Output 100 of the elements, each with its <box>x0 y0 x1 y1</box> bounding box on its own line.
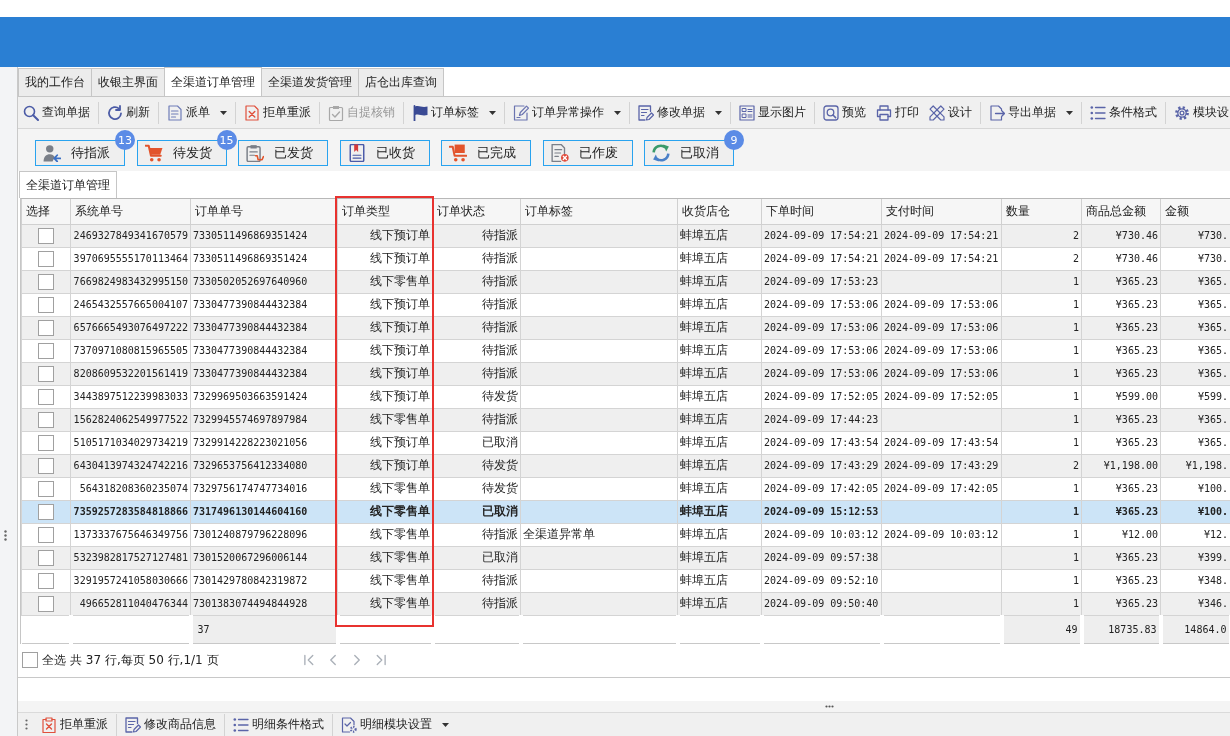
toolbar-button[interactable]: 设计 <box>924 100 977 125</box>
table-row[interactable]: 7669824983432995150 7330502052697640960 线下零售单 待指派 蚌埠五店 2024-09-09 17:53:23 1 ¥365.23 ¥365. <box>21 270 1230 293</box>
column-header[interactable]: 订单状态 <box>432 199 521 224</box>
toolbar-button[interactable]: 预览 <box>818 100 871 125</box>
tab[interactable]: 店仓出库查询 <box>358 68 444 96</box>
table-row[interactable]: 7359257283584818866 7317496130144604160 线下零售单 已取消 蚌埠五店 2024-09-09 15:12:53 1 ¥365.23 ¥100. <box>21 500 1230 523</box>
select-all-label[interactable]: 全选 <box>42 651 66 669</box>
table-row[interactable]: 2469327849341670579 7330511496869351424 线下预订单 待指派 蚌埠五店 2024-09-09 17:54:21 2024-09-09 17:54:21 2 ¥730.46 ¥730. <box>21 224 1230 247</box>
table-cell: 2024-09-09 15:12:53 <box>761 500 882 523</box>
table-row[interactable]: 5323982817527127481 7301520067296006144 线下零售单 已取消 蚌埠五店 2024-09-09 09:57:38 1 ¥365.23 ¥399. <box>21 546 1230 569</box>
row-checkbox[interactable] <box>38 411 54 428</box>
table-cell: 2 <box>1001 224 1082 247</box>
row-checkbox[interactable] <box>38 388 54 405</box>
toolbar-button[interactable]: 刷新 <box>102 100 155 125</box>
row-checkbox[interactable] <box>38 342 54 359</box>
toolbar-button[interactable]: 查询单据 <box>18 100 95 125</box>
row-checkbox[interactable] <box>38 434 54 451</box>
table-cell: 2024-09-09 09:50:40 <box>761 592 882 615</box>
row-checkbox[interactable] <box>38 227 54 244</box>
row-checkbox[interactable] <box>38 365 54 382</box>
row-checkbox[interactable] <box>38 549 54 566</box>
toolbar-button[interactable]: 订单异常操作 <box>508 100 626 125</box>
table-cell: 7359257283584818866 <box>70 500 191 523</box>
status-filter-button[interactable]: 已收货 <box>339 140 430 166</box>
table-cell: 7329914228223021056 <box>190 431 338 454</box>
row-checkbox[interactable] <box>38 572 54 589</box>
grip-icon <box>4 530 7 541</box>
toolbar-button[interactable]: 显示图片 <box>734 100 811 125</box>
table-cell: 2024-09-09 17:53:06 <box>881 293 1002 316</box>
column-header[interactable]: 金额 <box>1160 199 1230 224</box>
column-header[interactable]: 订单类型 <box>337 199 433 224</box>
document-x-icon <box>244 104 260 121</box>
tab[interactable]: 我的工作台 <box>18 68 92 96</box>
list-icon <box>233 716 249 733</box>
book-icon <box>347 144 366 162</box>
row-checkbox[interactable] <box>38 319 54 336</box>
column-header[interactable]: 系统单号 <box>70 199 191 224</box>
row-checkbox[interactable] <box>38 595 54 612</box>
table-row[interactable]: 1562824062549977522 7329945574697897984 线下零售单 待指派 蚌埠五店 2024-09-09 17:44:23 1 ¥365.23 ¥365. <box>21 408 1230 431</box>
table-row[interactable]: 5105171034029734219 7329914228223021056 线下预订单 已取消 蚌埠五店 2024-09-09 17:43:54 2024-09-09 17:43:54 1 ¥365.23 ¥365. <box>21 431 1230 454</box>
toolbar-button[interactable]: 拒单重派 <box>239 100 316 125</box>
column-header[interactable]: 收货店仓 <box>677 199 762 224</box>
toolbar-button[interactable]: 派单 <box>162 100 232 125</box>
toolbar-button[interactable]: 打印 <box>871 100 924 125</box>
table-cell: 待指派 <box>432 592 521 615</box>
table-row[interactable]: 8208609532201561419 7330477390844432384 线下预订单 待指派 蚌埠五店 2024-09-09 17:53:06 2024-09-09 17:53:06 1 ¥365.23 ¥365. <box>21 362 1230 385</box>
table-row[interactable]: 7370971080815965505 7330477390844432384 线下预订单 待指派 蚌埠五店 2024-09-09 17:53:06 2024-09-09 17:53:06 1 ¥365.23 ¥365. <box>21 339 1230 362</box>
table-row[interactable]: 564318208360235074 7329756174747734016 线下零售单 待发货 蚌埠五店 2024-09-09 17:42:05 2024-09-09 17:42:05 1 ¥365.23 ¥100. <box>21 477 1230 500</box>
row-checkbox[interactable] <box>38 296 54 313</box>
table-row[interactable]: 3443897512239983033 7329969503663591424 线下预订单 待发货 蚌埠五店 2024-09-09 17:52:05 2024-09-09 17:52:05 1 ¥599.00 ¥599. <box>21 385 1230 408</box>
table-cell: 1 <box>1001 546 1082 569</box>
table-cell: 蚌埠五店 <box>677 408 762 431</box>
column-header[interactable]: 订单单号 <box>190 199 338 224</box>
table-row[interactable]: 6430413974324742216 7329653756412334080 线下预订单 待发货 蚌埠五店 2024-09-09 17:43:29 2024-09-09 17:43:29 2 ¥1,198.00 ¥1,198. <box>21 454 1230 477</box>
table-row[interactable]: 3291957241058030666 7301429780842319872 线下零售单 待指派 蚌埠五店 2024-09-09 09:52:10 1 ¥365.23 ¥348. <box>21 569 1230 592</box>
column-header[interactable]: 选择 <box>21 199 71 224</box>
column-header[interactable]: 下单时间 <box>761 199 882 224</box>
tab[interactable]: 全渠道发货管理 <box>261 68 359 96</box>
row-checkbox[interactable] <box>38 526 54 543</box>
table-row[interactable]: 2465432557665004107 7330477390844432384 线下预订单 待指派 蚌埠五店 2024-09-09 17:53:06 2024-09-09 17:53:06 1 ¥365.23 ¥365. <box>21 293 1230 316</box>
table-cell: 2024-09-09 17:42:05 <box>881 477 1002 500</box>
row-checkbox[interactable] <box>38 273 54 290</box>
row-checkbox[interactable] <box>38 480 54 497</box>
row-checkbox[interactable] <box>38 503 54 520</box>
toolbar-button[interactable]: 导出单据 <box>984 100 1078 125</box>
toolbar-button[interactable]: 订单标签 <box>407 100 501 125</box>
column-header[interactable]: 订单标签 <box>520 199 678 224</box>
toolbar-button[interactable]: 明细模块设置 <box>336 712 454 736</box>
status-filter-button[interactable]: 已发货 <box>238 140 328 166</box>
table-row[interactable]: 496652811040476344 7301383074494844928 线下零售单 待指派 蚌埠五店 2024-09-09 09:50:40 1 ¥365.23 ¥346. <box>21 592 1230 615</box>
cart-box-icon <box>449 144 467 162</box>
table-cell: 待发货 <box>432 477 521 500</box>
column-header[interactable]: 支付时间 <box>881 199 1002 224</box>
toolbar-button[interactable]: 修改单据 <box>633 100 727 125</box>
toolbar-button[interactable]: 条件格式 <box>1085 100 1162 125</box>
table-cell: 2024-09-09 17:53:06 <box>761 362 882 385</box>
column-header[interactable]: 商品总金额 <box>1081 199 1161 224</box>
table-cell: 蚌埠五店 <box>677 270 762 293</box>
row-checkbox[interactable] <box>38 250 54 267</box>
table-row[interactable]: 1373337675646349756 7301240879796228096 线下零售单 待指派 全渠道异常单 蚌埠五店 2024-09-09 10:03:12 2024-09-09 10:03:12 1 ¥12.00 ¥12. <box>21 523 1230 546</box>
row-checkbox[interactable] <box>38 457 54 474</box>
table-cell: 7330477390844432384 <box>190 339 338 362</box>
column-header[interactable]: 数量 <box>1001 199 1082 224</box>
table-cell: 2 <box>1001 454 1082 477</box>
table-cell: 蚌埠五店 <box>677 454 762 477</box>
toolbar-button[interactable]: 修改商品信息 <box>120 712 221 736</box>
caret-icon <box>715 110 722 115</box>
toolbar-button[interactable]: 模块设 <box>1169 100 1230 125</box>
side-splitter[interactable] <box>0 67 18 736</box>
table-cell: ¥1,198.00 <box>1081 454 1161 477</box>
tab[interactable]: 收银主界面 <box>91 68 165 96</box>
panel-tab[interactable]: 全渠道订单管理 <box>19 171 117 198</box>
select-all-checkbox[interactable] <box>22 652 38 668</box>
status-filter-button[interactable]: 已完成 <box>441 140 531 166</box>
toolbar-button[interactable]: 拒单重派 <box>36 712 113 736</box>
table-row[interactable]: 3970695555170113464 7330511496869351424 线下预订单 待指派 蚌埠五店 2024-09-09 17:54:21 2024-09-09 17:54:21 2 ¥730.46 ¥730. <box>21 247 1230 270</box>
status-filter-button[interactable]: 已作废 <box>542 140 633 166</box>
table-row[interactable]: 6576665493076497222 7330477390844432384 线下预订单 待指派 蚌埠五店 2024-09-09 17:53:06 2024-09-09 17:53:06 1 ¥365.23 ¥365. <box>21 316 1230 339</box>
toolbar-button[interactable]: 明细条件格式 <box>228 712 329 736</box>
document-edit-icon <box>513 104 529 121</box>
